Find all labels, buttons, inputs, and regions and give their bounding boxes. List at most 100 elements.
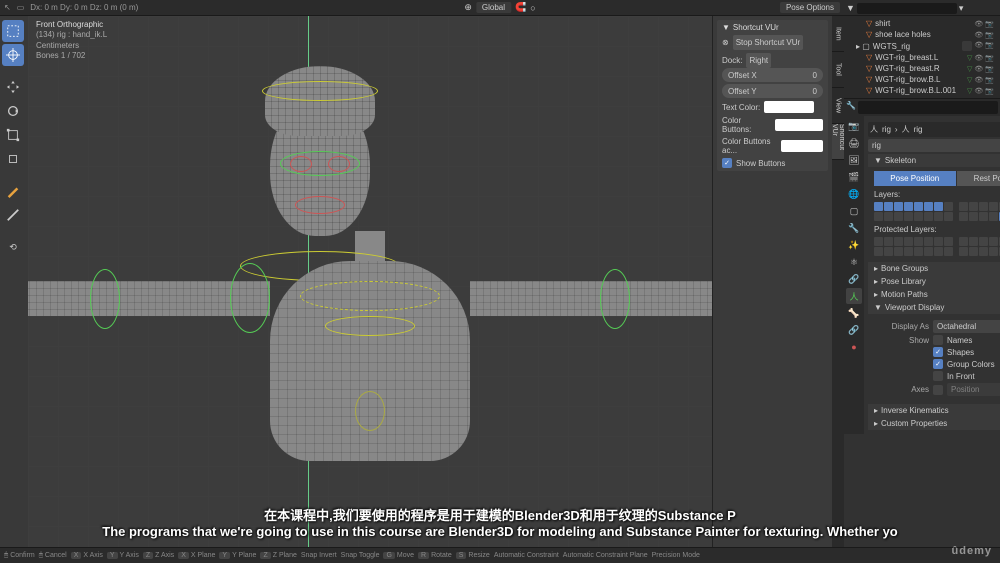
- character-rig[interactable]: [270, 96, 470, 461]
- orientation-icon[interactable]: ⊕: [464, 2, 472, 13]
- shortcut-panel-title[interactable]: ▼ Shortcut VUr: [722, 23, 823, 32]
- camera-icon[interactable]: 📷: [985, 87, 994, 95]
- protected-grid-1[interactable]: [874, 237, 953, 256]
- camera-icon[interactable]: 📷: [985, 65, 994, 73]
- cursor-icon[interactable]: ↖: [4, 3, 11, 12]
- layers-grid-2[interactable]: [959, 202, 1000, 221]
- annotate-tool[interactable]: [2, 180, 24, 202]
- axes-checkbox[interactable]: [933, 385, 943, 395]
- motion-paths-header[interactable]: ▸ Motion Paths: [868, 288, 1000, 301]
- names-checkbox[interactable]: [933, 335, 943, 345]
- viewport-3d[interactable]: Front Orthographic (134) rig : hand_ik.L…: [28, 16, 712, 547]
- shapes-checkbox[interactable]: ✓: [933, 347, 943, 357]
- in-front-checkbox[interactable]: [933, 371, 943, 381]
- skeleton-header[interactable]: ▼ Skeleton: [868, 154, 1000, 167]
- outliner-top-search[interactable]: [857, 3, 957, 14]
- pose-library-header[interactable]: ▸ Pose Library: [868, 275, 1000, 288]
- bone-control-chest[interactable]: [300, 281, 440, 311]
- tab-object[interactable]: ▢: [846, 203, 862, 219]
- bone-control-belly[interactable]: [355, 391, 385, 431]
- character-torso: [270, 261, 470, 461]
- text-color-swatch[interactable]: [764, 101, 814, 113]
- rest-position-button[interactable]: Rest Position: [957, 171, 1000, 186]
- eye-icon[interactable]: 👁: [974, 65, 983, 73]
- position-value: Position: [947, 383, 1000, 396]
- viewport-display-header[interactable]: ▼ Viewport Display: [868, 301, 1000, 314]
- eye-icon[interactable]: 👁: [974, 41, 983, 51]
- dock-dropdown[interactable]: Right: [746, 53, 771, 68]
- tab-constraint[interactable]: 🔗: [846, 271, 862, 287]
- bone-control-chest2[interactable]: [325, 316, 415, 336]
- editor-type-icon[interactable]: 🔧: [846, 101, 856, 114]
- offset-x-slider[interactable]: Offset X0: [722, 68, 823, 82]
- bone-groups-header[interactable]: ▸ Bone Groups: [868, 262, 1000, 275]
- tab-view[interactable]: View: [832, 88, 844, 124]
- units-display: Centimeters: [36, 41, 107, 51]
- orientation-dropdown[interactable]: Global: [476, 2, 511, 13]
- tab-bone[interactable]: 🦴: [846, 305, 862, 321]
- tab-material[interactable]: ●: [846, 339, 862, 355]
- bone-control-elbow-r[interactable]: [600, 269, 630, 329]
- eye-icon[interactable]: 👁: [974, 54, 983, 62]
- ik-header[interactable]: ▸ Inverse Kinematics: [868, 404, 1000, 417]
- custom-props-header[interactable]: ▸ Custom Properties: [868, 417, 1000, 430]
- offset-y-slider[interactable]: Offset Y0: [722, 84, 823, 98]
- group-colors-checkbox[interactable]: ✓: [933, 359, 943, 369]
- eye-icon[interactable]: 👁: [974, 20, 983, 28]
- tab-view-layer[interactable]: 🖼: [846, 152, 862, 168]
- bone-control-cap[interactable]: [262, 81, 378, 101]
- datablock-name[interactable]: rig: [868, 139, 1000, 152]
- measure-tool[interactable]: [2, 204, 24, 226]
- rotate-tool[interactable]: [2, 100, 24, 122]
- eye-icon[interactable]: 👁: [974, 31, 983, 39]
- tab-modifier[interactable]: 🔧: [846, 220, 862, 236]
- tab-item[interactable]: Item: [832, 16, 844, 52]
- camera-icon[interactable]: 📷: [985, 20, 994, 28]
- bone-control-elbow-l[interactable]: [90, 269, 120, 329]
- filter-icon2[interactable]: ▾: [959, 3, 964, 14]
- select-icon[interactable]: ▭: [17, 3, 25, 12]
- tab-bone-constraint[interactable]: 🔗: [846, 322, 862, 338]
- tab-world[interactable]: 🌐: [846, 186, 862, 202]
- tab-scene[interactable]: 🎬: [846, 169, 862, 185]
- eye-icon[interactable]: 👁: [974, 87, 983, 95]
- move-tool[interactable]: [2, 76, 24, 98]
- tab-tool[interactable]: Tool: [832, 52, 844, 88]
- camera-icon[interactable]: 📷: [985, 76, 994, 84]
- protected-layers-label: Protected Layers:: [874, 225, 1000, 234]
- tab-physics[interactable]: ⚛: [846, 254, 862, 270]
- tab-render[interactable]: 📷: [846, 118, 862, 134]
- proportional-icon[interactable]: ○: [530, 3, 535, 13]
- color-buttons-swatch[interactable]: [775, 119, 823, 131]
- tab-output[interactable]: 🖨: [846, 135, 862, 151]
- display-as-dropdown[interactable]: Octahedral: [933, 320, 1000, 333]
- bone-control-shoulder-l[interactable]: [230, 263, 270, 333]
- eye-icon[interactable]: 👁: [974, 76, 983, 84]
- pose-position-button[interactable]: Pose Position: [874, 171, 956, 186]
- tab-shortcut[interactable]: Shortcut VUr: [832, 124, 844, 160]
- extra-tool[interactable]: ⟲: [2, 236, 24, 258]
- cursor-tool[interactable]: [2, 44, 24, 66]
- scale-tool[interactable]: [2, 124, 24, 146]
- bone-control-eye-r[interactable]: [328, 156, 350, 172]
- collection-icon[interactable]: ▸ ▢: [856, 42, 870, 51]
- filter-icon[interactable]: ▼: [846, 3, 855, 13]
- bone-control-mouth[interactable]: [295, 196, 345, 214]
- protected-grid-2[interactable]: [959, 237, 1000, 256]
- transform-tool[interactable]: [2, 148, 24, 170]
- select-box-tool[interactable]: [2, 20, 24, 42]
- bone-control-eye-l[interactable]: [290, 156, 312, 172]
- show-buttons-checkbox[interactable]: ✓: [722, 158, 732, 168]
- close-icon[interactable]: ⊗: [722, 38, 729, 47]
- snap-icon[interactable]: 🧲: [515, 2, 526, 13]
- properties-search[interactable]: [858, 101, 998, 114]
- tab-particles[interactable]: ✨: [846, 237, 862, 253]
- layers-grid-1[interactable]: [874, 202, 953, 221]
- stop-shortcut-button[interactable]: Stop Shortcut VUr: [733, 35, 803, 50]
- pose-options-dropdown[interactable]: Pose Options: [780, 2, 840, 13]
- color-buttons-ac-swatch[interactable]: [781, 140, 823, 152]
- camera-icon[interactable]: 📷: [985, 41, 994, 51]
- camera-icon[interactable]: 📷: [985, 54, 994, 62]
- camera-icon[interactable]: 📷: [985, 31, 994, 39]
- tab-armature[interactable]: 人: [846, 288, 862, 304]
